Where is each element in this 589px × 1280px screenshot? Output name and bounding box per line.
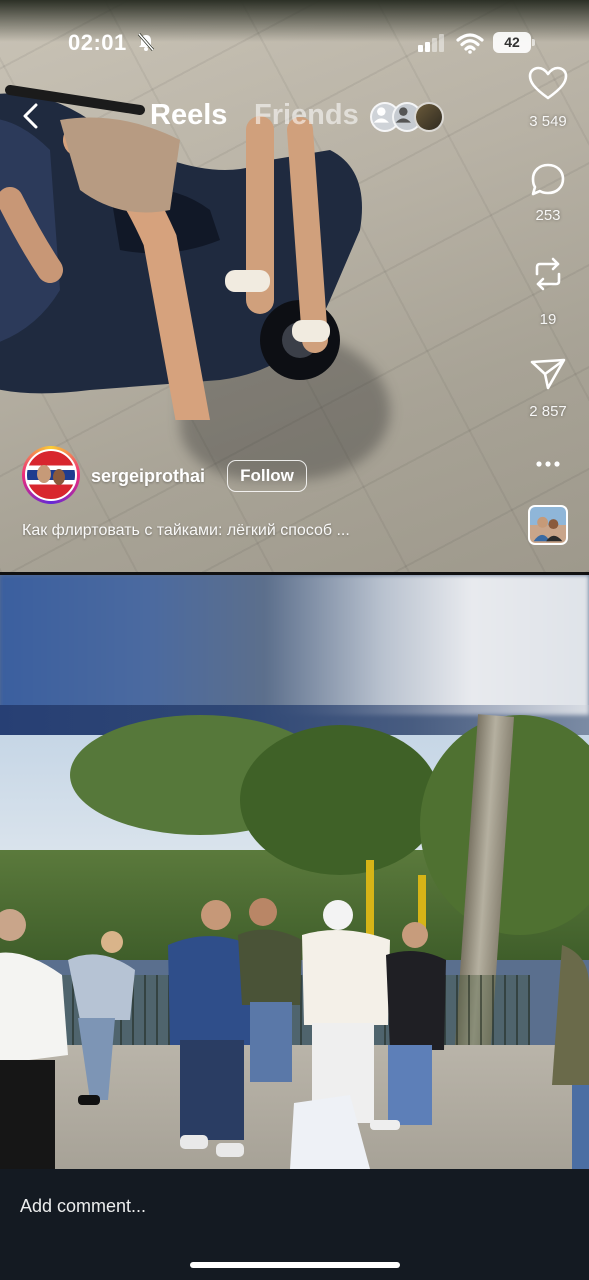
home-indicator[interactable]: [190, 1262, 400, 1268]
share-count: 2 857: [529, 403, 567, 420]
reel-video-next[interactable]: [0, 575, 589, 1169]
bell-slash-icon: [137, 33, 155, 51]
foreground-object: [290, 1095, 370, 1169]
author-username[interactable]: sergeiprothai: [91, 466, 205, 487]
repost-icon[interactable]: [526, 254, 570, 294]
battery-indicator: 42: [493, 32, 531, 53]
back-arrow-icon[interactable]: [20, 102, 44, 130]
scooter-scene: [0, 85, 362, 420]
avatar-face: [53, 469, 65, 485]
tree-foliage: [240, 725, 440, 875]
tab-reels[interactable]: Reels: [150, 99, 227, 132]
friend-avatar: [414, 102, 444, 132]
audio-thumbnail-image: [533, 516, 563, 542]
reels-screen: 02:01 42 Reels Friends 3 549 253 19 2 85…: [0, 0, 589, 1280]
video-blur-band: [0, 575, 589, 715]
status-bar: 02:01 42: [0, 0, 589, 60]
follow-button[interactable]: Follow: [227, 460, 307, 492]
cellular-signal-icon: [418, 34, 444, 52]
heart-icon[interactable]: [526, 64, 570, 104]
person-figure: [552, 945, 589, 1169]
audio-thumbnail[interactable]: [528, 505, 568, 545]
more-icon[interactable]: [526, 446, 570, 486]
status-time: 02:01: [68, 30, 127, 55]
add-comment-input[interactable]: Add comment...: [20, 1196, 146, 1217]
avatar-face: [37, 465, 51, 483]
comment-count: 253: [535, 207, 561, 224]
author-avatar[interactable]: [25, 449, 77, 501]
reel-caption[interactable]: Как флиртовать с тайками: лёгкий способ …: [22, 522, 350, 540]
tab-friends[interactable]: Friends: [254, 99, 359, 132]
send-icon[interactable]: [526, 354, 570, 394]
person-figure: [68, 931, 135, 1105]
person-figure: [370, 922, 446, 1130]
like-count: 3 549: [529, 113, 567, 130]
comment-icon[interactable]: [526, 160, 570, 200]
person-icon: [373, 107, 389, 123]
friends-avatar-stack[interactable]: [370, 102, 444, 132]
repost-count: 19: [539, 311, 557, 328]
person-icon: [395, 107, 411, 123]
wifi-icon: [456, 33, 484, 54]
battery-tip: [532, 39, 535, 46]
